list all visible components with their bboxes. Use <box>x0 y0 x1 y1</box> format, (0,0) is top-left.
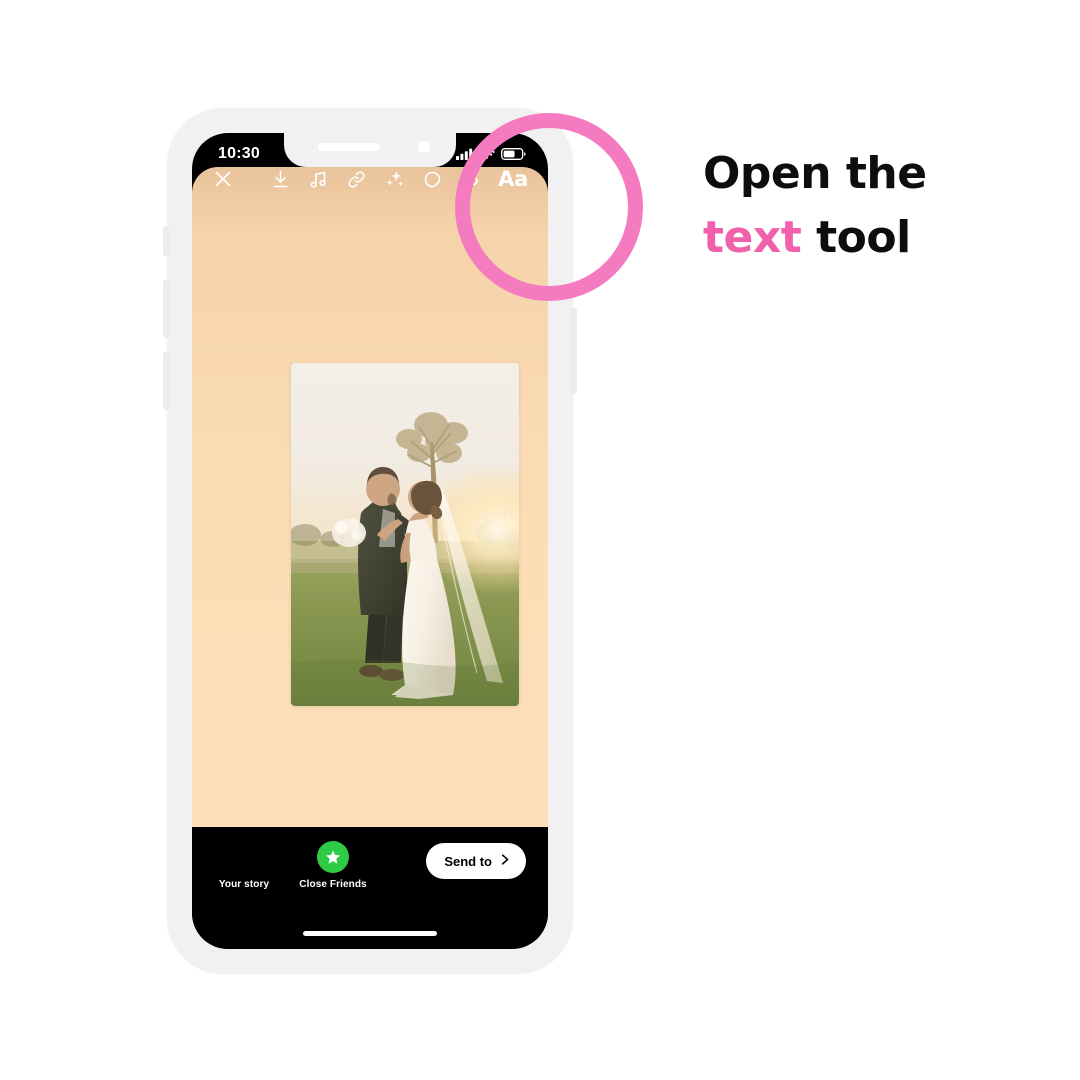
volume-up-button[interactable] <box>163 280 169 338</box>
your-story-avatar-icon <box>228 841 260 873</box>
send-to-label: Send to <box>444 853 492 869</box>
share-options-list: Your story Close Friends <box>212 841 367 890</box>
chevron-right-icon <box>497 852 512 870</box>
signal-bars-icon <box>456 147 473 165</box>
wedding-photo-image <box>291 363 519 706</box>
instruction-line-2-rest: tool <box>801 211 911 263</box>
phone-screen: Aa Your story Close Friends Send to 10:3… <box>192 133 548 949</box>
status-time: 10:30 <box>218 145 260 162</box>
silent-switch-button[interactable] <box>163 226 169 256</box>
share-option-label: Close Friends <box>299 879 367 890</box>
wifi-icon <box>479 147 495 165</box>
wedding-photo-sticker[interactable] <box>291 363 519 706</box>
story-share-bar: Your story Close Friends Send to <box>192 827 548 949</box>
share-option-your-story[interactable]: Your story <box>212 841 276 890</box>
home-indicator[interactable] <box>303 931 437 936</box>
phone-device: Aa Your story Close Friends Send to 10:3… <box>163 108 577 974</box>
send-to-button[interactable]: Send to <box>426 843 526 879</box>
instruction-text: Open the text tool <box>703 142 1033 270</box>
volume-down-button[interactable] <box>163 352 169 410</box>
instruction-accent-word: text <box>703 211 802 263</box>
power-button[interactable] <box>571 308 577 394</box>
instruction-line-2: text tool <box>703 206 1033 270</box>
battery-icon <box>501 147 526 165</box>
status-indicators <box>456 147 526 165</box>
share-option-close-friends[interactable]: Close Friends <box>299 841 367 890</box>
earpiece-speaker <box>318 143 380 151</box>
close-friends-star-icon <box>317 841 349 873</box>
phone-notch <box>284 133 456 167</box>
share-option-label: Your story <box>218 879 270 890</box>
instruction-line-1: Open the <box>703 148 927 199</box>
front-camera <box>418 141 430 153</box>
